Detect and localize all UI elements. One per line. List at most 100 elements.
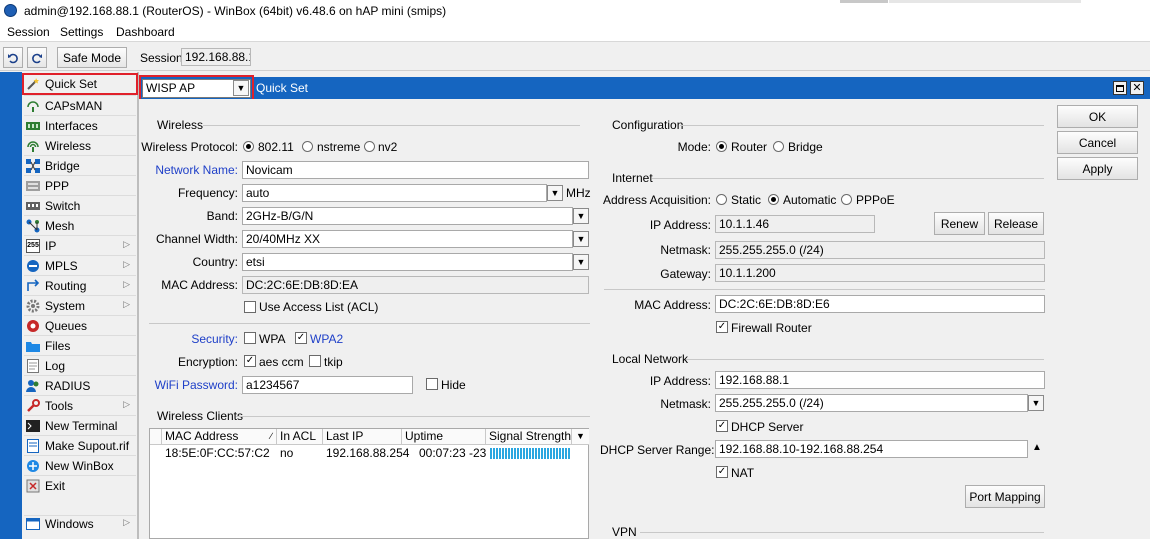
channel-width-select[interactable]: 20/40MHz XX: [242, 230, 573, 248]
tkip-checkbox[interactable]: [309, 355, 321, 367]
close-icon: ✕: [1132, 82, 1142, 94]
protocol-nv2-radio[interactable]: [364, 141, 375, 152]
nat-label: NAT: [731, 466, 755, 480]
aes-label: aes ccm: [259, 355, 304, 369]
cell-signal-value: -23: [469, 446, 487, 460]
sidebar-item-mesh[interactable]: Mesh: [24, 216, 136, 235]
sidebar: Quick Set CAPsMAN Interfaces Wireless Br…: [0, 72, 139, 539]
local-netmask-select[interactable]: 255.255.255.0 (/24): [715, 394, 1028, 412]
sidebar-item-new-terminal[interactable]: New Terminal: [24, 416, 136, 435]
frequency-input[interactable]: auto: [242, 184, 547, 202]
protocol-80211-radio[interactable]: [243, 141, 254, 152]
sidebar-item-wireless[interactable]: Wireless: [24, 136, 136, 155]
mode-router-radio[interactable]: [716, 141, 727, 152]
sidebar-item-label: Wireless: [45, 138, 92, 153]
hide-password-label: Hide: [441, 378, 466, 392]
sidebar-item-bridge[interactable]: Bridge: [24, 156, 136, 175]
acq-automatic-radio[interactable]: [768, 194, 779, 205]
sidebar-item-radius[interactable]: RADIUS: [24, 376, 136, 395]
table-row[interactable]: 18:5E:0F:CC:57:C2 no 192.168.88.254 00:0…: [150, 446, 588, 461]
mode-router-label: Router: [731, 140, 768, 154]
wpa2-checkbox[interactable]: ✓: [295, 332, 307, 344]
sidebar-item-windows[interactable]: Windows ▷: [24, 514, 136, 533]
safe-mode-button[interactable]: Safe Mode: [57, 47, 127, 68]
sidebar-item-tools[interactable]: Tools ▷: [24, 396, 136, 415]
chevron-down-icon[interactable]: ▼: [233, 80, 249, 96]
window-title: admin@192.168.88.1 (RouterOS) - WinBox (…: [24, 4, 447, 18]
band-dropdown-icon[interactable]: ▼: [573, 208, 589, 224]
dhcp-server-checkbox[interactable]: ✓: [716, 420, 728, 432]
column-header-in-acl[interactable]: In ACL: [277, 429, 323, 445]
wireless-clients-section-title: Wireless Clients: [157, 409, 244, 423]
apply-button[interactable]: Apply: [1057, 157, 1138, 180]
column-header-signal[interactable]: Signal Strength: [486, 429, 572, 445]
sidebar-item-new-winbox[interactable]: New WinBox: [24, 456, 136, 475]
maximize-button[interactable]: [1113, 81, 1127, 95]
renew-button[interactable]: Renew: [934, 212, 985, 235]
sidebar-item-switch[interactable]: Switch: [24, 196, 136, 215]
menu-dashboard[interactable]: Dashboard: [116, 25, 175, 39]
release-button[interactable]: Release: [988, 212, 1044, 235]
firewall-router-checkbox[interactable]: ✓: [716, 321, 728, 333]
dhcp-range-input[interactable]: 192.168.88.10-192.168.88.254: [715, 440, 1028, 458]
wifi-password-input[interactable]: a1234567: [242, 376, 413, 394]
sidebar-item-files[interactable]: Files: [24, 336, 136, 355]
sidebar-item-ppp[interactable]: PPP: [24, 176, 136, 195]
sidebar-item-mpls[interactable]: MPLS ▷: [24, 256, 136, 275]
sidebar-item-queues[interactable]: Queues: [24, 316, 136, 335]
band-select[interactable]: 2GHz-B/G/N: [242, 207, 573, 225]
close-button[interactable]: ✕: [1130, 81, 1144, 95]
channel-width-dropdown-icon[interactable]: ▼: [573, 231, 589, 247]
use-acl-checkbox[interactable]: [244, 301, 256, 313]
queues-icon: [26, 319, 40, 333]
local-ip-input[interactable]: 192.168.88.1: [715, 371, 1045, 389]
protocol-nstreme-radio[interactable]: [302, 141, 313, 152]
aes-checkbox[interactable]: ✓: [244, 355, 256, 367]
sidebar-item-interfaces[interactable]: Interfaces: [24, 116, 136, 135]
network-name-input[interactable]: Novicam: [242, 161, 589, 179]
port-mapping-button[interactable]: Port Mapping: [965, 485, 1045, 508]
undo-button[interactable]: [3, 47, 23, 68]
mpls-icon: [26, 259, 40, 273]
sidebar-item-make-supout[interactable]: Make Supout.rif: [24, 436, 136, 455]
mode-bridge-label: Bridge: [788, 140, 823, 154]
sidebar-item-label: Switch: [45, 198, 81, 213]
sidebar-item-ip[interactable]: 255 IP ▷: [24, 236, 136, 255]
column-header-mac[interactable]: MAC Address ∕: [162, 429, 277, 445]
dhcp-server-label: DHCP Server: [731, 420, 804, 434]
hide-password-checkbox[interactable]: [426, 378, 438, 390]
cancel-button[interactable]: Cancel: [1057, 131, 1138, 154]
country-dropdown-icon[interactable]: ▼: [573, 254, 589, 270]
sidebar-item-log[interactable]: Log: [24, 356, 136, 375]
sidebar-item-routing[interactable]: Routing ▷: [24, 276, 136, 295]
chevron-up-icon[interactable]: ▲: [1032, 442, 1042, 453]
columns-dropdown-icon[interactable]: ▼: [572, 429, 589, 445]
wireless-section-title: Wireless: [157, 118, 204, 132]
sidebar-item-exit[interactable]: Exit: [24, 476, 136, 495]
column-header-uptime[interactable]: Uptime: [402, 429, 486, 445]
vpn-section-title: VPN: [612, 525, 637, 539]
sidebar-item-system[interactable]: System ▷: [24, 296, 136, 315]
sidebar-item-quick-set[interactable]: Quick Set: [22, 73, 138, 95]
local-netmask-dropdown-icon[interactable]: ▼: [1028, 395, 1044, 411]
wireless-protocol-label: Wireless Protocol:: [141, 140, 238, 154]
mode-bridge-radio[interactable]: [773, 141, 784, 152]
frequency-dropdown-icon[interactable]: ▼: [547, 185, 563, 201]
menu-bar: Session Settings Dashboard: [0, 22, 1150, 42]
internet-mac-input[interactable]: DC:2C:6E:DB:8D:E6: [715, 295, 1045, 313]
menu-session[interactable]: Session: [7, 25, 50, 39]
protocol-nstreme-label: nstreme: [317, 140, 361, 154]
acq-pppoe-radio[interactable]: [841, 194, 852, 205]
sidebar-item-label: CAPsMAN: [45, 98, 103, 113]
sidebar-item-label: Bridge: [45, 158, 80, 173]
wpa-checkbox[interactable]: [244, 332, 256, 344]
country-select[interactable]: etsi: [242, 253, 573, 271]
menu-settings[interactable]: Settings: [60, 25, 103, 39]
ok-button[interactable]: OK: [1057, 105, 1138, 128]
nat-checkbox[interactable]: ✓: [716, 466, 728, 478]
column-header-last-ip[interactable]: Last IP: [323, 429, 402, 445]
wrench-icon: [26, 398, 40, 413]
redo-button[interactable]: [27, 47, 47, 68]
sidebar-item-capsman[interactable]: CAPsMAN: [24, 96, 136, 115]
acq-static-radio[interactable]: [716, 194, 727, 205]
